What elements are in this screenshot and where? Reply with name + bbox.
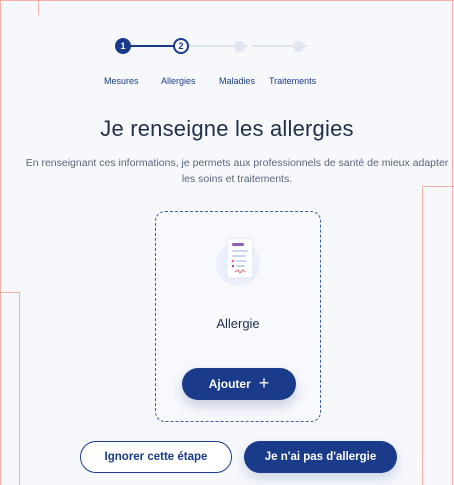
guide-line	[0, 0, 1, 485]
step-label-traitements: Traitements	[269, 76, 317, 86]
step-label-mesures[interactable]: Mesures	[104, 76, 139, 86]
step-4-indicator	[293, 41, 304, 52]
add-allergy-button[interactable]: Ajouter +	[182, 368, 296, 400]
guide-line	[0, 0, 454, 1]
guide-line	[0, 292, 20, 293]
allergy-card-title: Allergie	[216, 316, 260, 331]
progress-stepper: 1 2	[100, 34, 340, 58]
guide-line	[452, 0, 453, 485]
stepper-labels: Mesures Allergies Maladies Traitements	[100, 76, 340, 90]
step-1-indicator[interactable]: 1	[115, 38, 131, 54]
no-allergy-button[interactable]: Je n'ai pas d'allergie	[244, 441, 397, 473]
guide-line	[19, 292, 20, 485]
plus-icon: +	[258, 373, 270, 393]
step-label-allergies[interactable]: Allergies	[161, 76, 196, 86]
guide-line	[38, 0, 39, 15]
page-description: En renseignant ces informations, je perm…	[25, 157, 449, 185]
skip-step-button[interactable]: Ignorer cette étape	[80, 441, 232, 473]
step-label-maladies: Maladies	[219, 76, 256, 86]
allergy-card: Allergie Ajouter +	[155, 211, 321, 422]
page-title: Je renseigne les allergies	[100, 116, 354, 141]
step-2-indicator[interactable]: 2	[173, 38, 189, 54]
document-icon	[214, 230, 264, 290]
add-button-label: Ajouter	[208, 377, 251, 391]
guide-line	[422, 186, 423, 485]
step-3-indicator	[234, 41, 245, 52]
